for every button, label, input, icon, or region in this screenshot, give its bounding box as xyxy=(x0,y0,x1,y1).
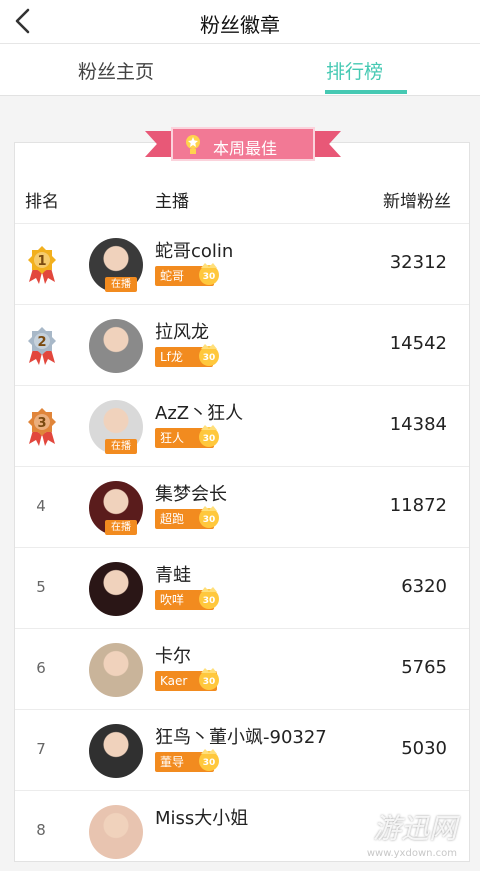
badge-level-icon: 30 xyxy=(199,749,219,771)
badge-level-icon: 30 xyxy=(199,425,219,447)
bronze-medal-icon: 3 xyxy=(28,408,56,446)
tab-fan-home[interactable]: 粉丝主页 xyxy=(78,57,154,84)
svg-text:30: 30 xyxy=(203,272,216,282)
badge-level-icon: 30 xyxy=(199,587,219,609)
column-header-new-fans: 新增粉丝 xyxy=(383,192,451,212)
rank-number: 6 xyxy=(36,659,46,677)
leaderboard-row[interactable]: 6 卡尔 Kaer 30 5765 xyxy=(15,628,469,709)
anchor-name[interactable]: 卡尔 xyxy=(155,642,191,668)
anchor-name[interactable]: 狂鸟丶董小飒-90327 xyxy=(155,723,327,749)
fan-badge-tag: 吹咩 30 xyxy=(155,587,219,610)
new-fans-count: 14384 xyxy=(389,414,447,435)
fan-badge-tag: 董导 30 xyxy=(155,749,219,772)
ribbon-body: 本周最佳 xyxy=(171,127,315,161)
silver-medal-icon: 2 xyxy=(28,327,56,365)
new-fans-count: 32312 xyxy=(389,252,447,273)
rank-number: 5 xyxy=(36,578,46,596)
svg-text:30: 30 xyxy=(203,677,216,687)
svg-text:30: 30 xyxy=(203,434,216,444)
avatar[interactable] xyxy=(89,724,143,778)
watermark-url: www.yxdown.com xyxy=(366,848,457,859)
trophy-icon xyxy=(186,135,200,154)
svg-text:30: 30 xyxy=(203,353,216,363)
svg-text:30: 30 xyxy=(203,596,216,606)
gold-medal-icon: 1 xyxy=(28,246,56,284)
medal-rank-number: 3 xyxy=(37,416,46,431)
rank-number: 8 xyxy=(36,821,46,839)
live-badge: 在播 xyxy=(105,520,137,535)
fan-badge-label: 超跑 xyxy=(160,512,185,526)
banner-label: 本周最佳 xyxy=(213,139,278,158)
anchor-name[interactable]: Miss大小姐 xyxy=(155,804,248,830)
leaderboard-row[interactable]: 1 在播 蛇哥colin 蛇哥 30 32312 xyxy=(15,223,469,304)
fan-badge-label: 吹咩 xyxy=(160,593,185,607)
new-fans-count: 5030 xyxy=(401,738,447,759)
header-bar: 粉丝徽章 xyxy=(0,0,480,44)
page-title: 粉丝徽章 xyxy=(200,13,280,37)
svg-text:30: 30 xyxy=(203,758,216,768)
fan-badge-label: 董导 xyxy=(160,755,185,769)
new-fans-count: 5765 xyxy=(401,657,447,678)
medal-rank-number: 1 xyxy=(37,254,46,269)
leaderboard-row[interactable]: 3 在播 AzZ丶狂人 狂人 30 14384 xyxy=(15,385,469,466)
live-badge: 在播 xyxy=(105,277,137,292)
new-fans-count: 11872 xyxy=(389,495,447,516)
fan-badge-tag: 狂人 30 xyxy=(155,425,219,448)
active-tab-indicator xyxy=(325,90,407,94)
badge-level-icon: 30 xyxy=(199,506,219,528)
badge-level-icon: 30 xyxy=(199,344,219,366)
new-fans-count: 6320 xyxy=(401,576,447,597)
avatar[interactable] xyxy=(89,805,143,859)
leaderboard-row[interactable]: 7 狂鸟丶董小飒-90327 董导 30 5030 xyxy=(15,709,469,790)
live-badge: 在播 xyxy=(105,439,137,454)
fan-badge-tag: Lf龙 30 xyxy=(155,344,219,367)
fan-badge-label: Lf龙 xyxy=(160,350,183,364)
leaderboard-row[interactable]: 4 在播 集梦会长 超跑 30 11872 xyxy=(15,466,469,547)
fan-badge-tag: Kaer 30 xyxy=(155,668,219,691)
medal-rank-number: 2 xyxy=(37,335,46,350)
avatar[interactable] xyxy=(89,643,143,697)
new-fans-count: 14542 xyxy=(389,333,447,354)
rank-number: 7 xyxy=(36,740,46,758)
badge-level-icon: 30 xyxy=(199,668,219,690)
watermark-logo: 游迅网 xyxy=(372,812,457,845)
column-header-anchor: 主播 xyxy=(155,192,189,212)
fan-badge-label: 蛇哥 xyxy=(160,269,185,283)
fan-badge-tag: 超跑 30 xyxy=(155,506,219,529)
badge-level-icon: 30 xyxy=(199,263,219,285)
avatar[interactable] xyxy=(89,319,143,373)
anchor-name[interactable]: 青蛙 xyxy=(155,561,191,587)
leaderboard-row[interactable]: 5 青蛙 吹咩 30 6320 xyxy=(15,547,469,628)
leaderboard-row[interactable]: 2 拉风龙 Lf龙 30 14542 xyxy=(15,304,469,385)
fan-badge-label: Kaer xyxy=(160,674,188,688)
rank-number: 4 xyxy=(36,497,46,515)
tab-bar: 粉丝主页 排行榜 xyxy=(0,44,480,96)
weekly-best-banner: 本周最佳 xyxy=(145,127,341,161)
fan-badge-tag: 蛇哥 30 xyxy=(155,263,219,286)
tab-leaderboard[interactable]: 排行榜 xyxy=(326,57,383,84)
svg-text:30: 30 xyxy=(203,515,216,525)
fan-badge-label: 狂人 xyxy=(160,431,185,445)
avatar[interactable] xyxy=(89,562,143,616)
leaderboard-card: 本周最佳 排名 主播 新增粉丝 1 在播 蛇哥colin 蛇哥 30 32312… xyxy=(14,127,470,862)
column-header-rank: 排名 xyxy=(25,192,59,212)
